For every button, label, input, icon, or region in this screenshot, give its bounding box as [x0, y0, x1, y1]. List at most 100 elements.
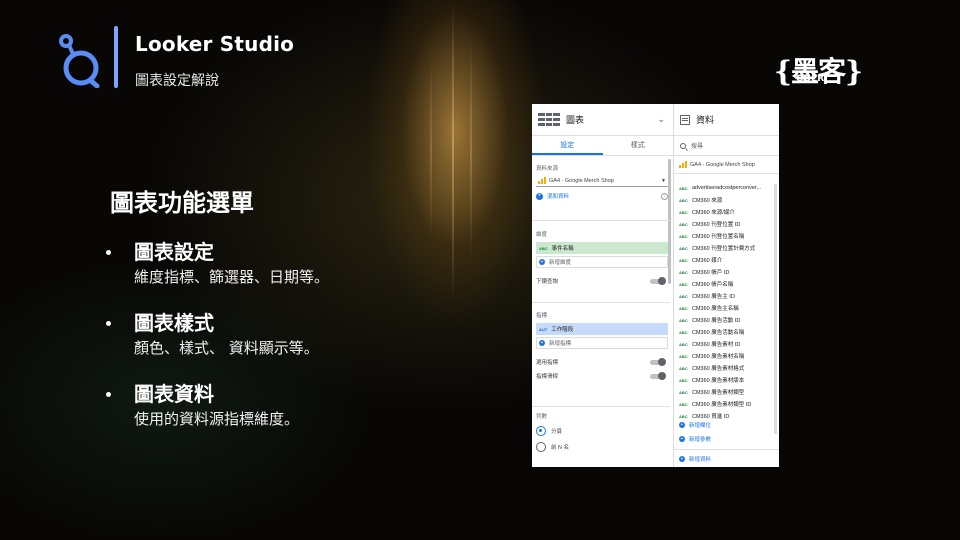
bullet-item: 圖表樣式 顏色、樣式、 資料顯示等。	[106, 311, 329, 382]
field-name: CM360 媒介	[692, 258, 723, 264]
bullet-title: 圖表資料	[134, 382, 214, 406]
text-type-icon: ABC	[679, 413, 688, 419]
optional-metrics-toggle[interactable]	[650, 357, 666, 366]
text-type-icon: ABC	[679, 269, 688, 275]
blend-data-button[interactable]: + 混和資料 ?	[536, 190, 668, 202]
field-list-item[interactable]: ABC CM360 廣告素材版本	[674, 374, 779, 386]
radio-paging[interactable]	[536, 426, 546, 436]
field-list-item[interactable]: ABC CM360 刊登位置 ID	[674, 218, 779, 230]
field-name: CM360 刊登位置計費方式	[692, 246, 756, 252]
text-type-icon: ABC	[539, 245, 548, 251]
field-list-item[interactable]: ABC CM360 廣告素材類型	[674, 386, 779, 398]
add-parameter-button[interactable]: + 新增參數	[679, 435, 711, 443]
text-type-icon: ABC	[679, 305, 688, 311]
field-name: CM360 帳戶名稱	[692, 282, 734, 288]
add-field-button[interactable]: + 新增欄位	[679, 421, 711, 429]
brand-logo: {墨客} ODER	[774, 50, 863, 90]
data-pane-title: 資料	[696, 115, 715, 125]
metric-chip[interactable]: AUT 工作階段	[536, 323, 668, 335]
field-list-item[interactable]: ABC CM360 廣告主名稱	[674, 302, 779, 314]
data-source-group: 資料來源 GA4 - Google Merch Shop ▼ + 混和資料 ?	[536, 164, 668, 202]
help-icon[interactable]: ?	[661, 192, 668, 200]
field-list-item[interactable]: ABC CM360 廣告素材格式	[674, 362, 779, 374]
text-type-icon: ABC	[679, 401, 688, 407]
bullet-description: 使用的資料源指標維度。	[134, 410, 300, 428]
chart-type-header[interactable]: 圖表 ⌄	[532, 104, 673, 136]
field-list-item[interactable]: ABC CM360 刊登位置計費方式	[674, 242, 779, 254]
add-dimension-button[interactable]: + 新增維度	[536, 256, 668, 268]
data-pane-header: 資料	[674, 104, 779, 136]
field-name: CM360 廣告活動 ID	[692, 318, 741, 324]
background-light-streak	[452, 0, 454, 300]
metric-slider-label: 指標滑桿	[536, 374, 559, 380]
radio-paging-row[interactable]: 分頁	[536, 423, 668, 439]
analytics-icon	[679, 161, 687, 168]
add-dimension-label: 新增維度	[549, 260, 572, 266]
text-type-icon: ABC	[679, 197, 688, 203]
field-list-item[interactable]: ABC CM360 廣告素材 ID	[674, 338, 779, 350]
field-list-item[interactable]: ABC CM360 刊登位置名稱	[674, 230, 779, 242]
chart-properties-panel: 圖表 ⌄ 設定 樣式 資料來源 GA4 - Google Merch Shop …	[532, 104, 779, 467]
text-type-icon: ABC	[679, 293, 688, 299]
field-search-input[interactable]: 搜尋	[674, 136, 779, 156]
optional-metrics-row: 選用指標	[536, 355, 668, 369]
blend-data-label: 混和資料	[547, 194, 570, 200]
text-type-icon: ABC	[679, 377, 688, 383]
radio-top-n[interactable]	[536, 442, 546, 452]
radio-top-n-label: 前 N 名	[551, 445, 570, 451]
text-type-icon: ABC	[679, 329, 688, 335]
add-parameter-label: 新增參數	[689, 437, 712, 443]
bullet-item: 圖表資料 使用的資料源指標維度。	[106, 382, 329, 453]
field-name: CM360 來源	[692, 198, 723, 204]
text-type-icon: ABC	[679, 233, 688, 239]
add-metric-button[interactable]: + 新增指標	[536, 337, 668, 349]
field-list-item[interactable]: ABC CM360 廣告主 ID	[674, 290, 779, 302]
field-list-item[interactable]: ABC CM360 廣告活動 ID	[674, 314, 779, 326]
drill-down-toggle[interactable]	[650, 276, 666, 285]
analytics-icon	[538, 177, 546, 184]
field-list: ABC advertiseradcostperconver... ABC CM360 …	[674, 182, 779, 422]
chevron-down-icon[interactable]: ⌄	[657, 114, 665, 125]
tab-style[interactable]: 樣式	[603, 136, 674, 155]
field-list-item[interactable]: ABC advertiseradcostperconver...	[674, 182, 779, 194]
bullet-description: 維度指標、篩選器、日期等。	[134, 268, 330, 286]
bullet-description: 顏色、樣式、 資料顯示等。	[134, 339, 319, 357]
metric-slider-toggle[interactable]	[650, 371, 666, 380]
dimension-group: 維度 ABC 事件名稱 + 新增維度 下鑽查詢	[536, 230, 668, 288]
data-source-select[interactable]: GA4 - Google Merch Shop ▼	[536, 175, 668, 187]
add-data-button[interactable]: + 新增資料	[674, 449, 779, 467]
add-field-label: 新增欄位	[689, 423, 712, 429]
text-type-icon: ABC	[679, 245, 688, 251]
field-name: CM360 來源/媒介	[692, 210, 735, 216]
field-list-item[interactable]: ABC CM360 來源	[674, 194, 779, 206]
drill-down-row: 下鑽查詢	[536, 274, 668, 288]
brand-small-text: ODER	[796, 74, 825, 84]
data-source-row[interactable]: GA4 - Google Merch Shop	[674, 156, 779, 174]
header-accent-bar	[114, 26, 118, 88]
plus-icon: +	[539, 259, 545, 265]
dimension-chip[interactable]: ABC 事件名稱	[536, 242, 668, 254]
data-source-label: 資料來源	[536, 166, 559, 172]
chart-type-title: 圖表	[566, 115, 585, 125]
feature-bullet-list: 圖表設定 維度指標、篩選器、日期等。 圖表樣式 顏色、樣式、 資料顯示等。 圖表…	[106, 240, 329, 453]
bullet-dot-icon	[106, 392, 111, 397]
field-name: CM360 廣告素材類型	[692, 390, 745, 396]
looker-studio-logo-icon	[59, 34, 100, 88]
field-name: CM360 廣告活動名稱	[692, 330, 745, 336]
field-list-item[interactable]: ABC CM360 廣告素材名稱	[674, 350, 779, 362]
field-list-item[interactable]: ABC CM360 帳戶 ID	[674, 266, 779, 278]
field-list-item[interactable]: ABC CM360 來源/媒介	[674, 206, 779, 218]
chart-settings-pane: 圖表 ⌄ 設定 樣式 資料來源 GA4 - Google Merch Shop …	[532, 104, 674, 467]
radio-top-n-row[interactable]: 前 N 名	[536, 439, 668, 455]
field-list-item[interactable]: ABC CM360 媒介	[674, 254, 779, 266]
field-list-item[interactable]: ABC CM360 帳戶名稱	[674, 278, 779, 290]
field-list-item[interactable]: ABC CM360 廣告活動名稱	[674, 326, 779, 338]
data-list-icon	[680, 114, 690, 125]
settings-scrollbar[interactable]	[668, 159, 671, 284]
text-type-icon: ABC	[679, 365, 688, 371]
field-list-scrollbar[interactable]	[774, 184, 777, 434]
field-list-item[interactable]: ABC CM360 廣告素材類型 ID	[674, 398, 779, 410]
tab-setup[interactable]: 設定	[532, 136, 603, 155]
plus-icon: +	[536, 192, 543, 200]
plus-icon: +	[539, 340, 545, 346]
